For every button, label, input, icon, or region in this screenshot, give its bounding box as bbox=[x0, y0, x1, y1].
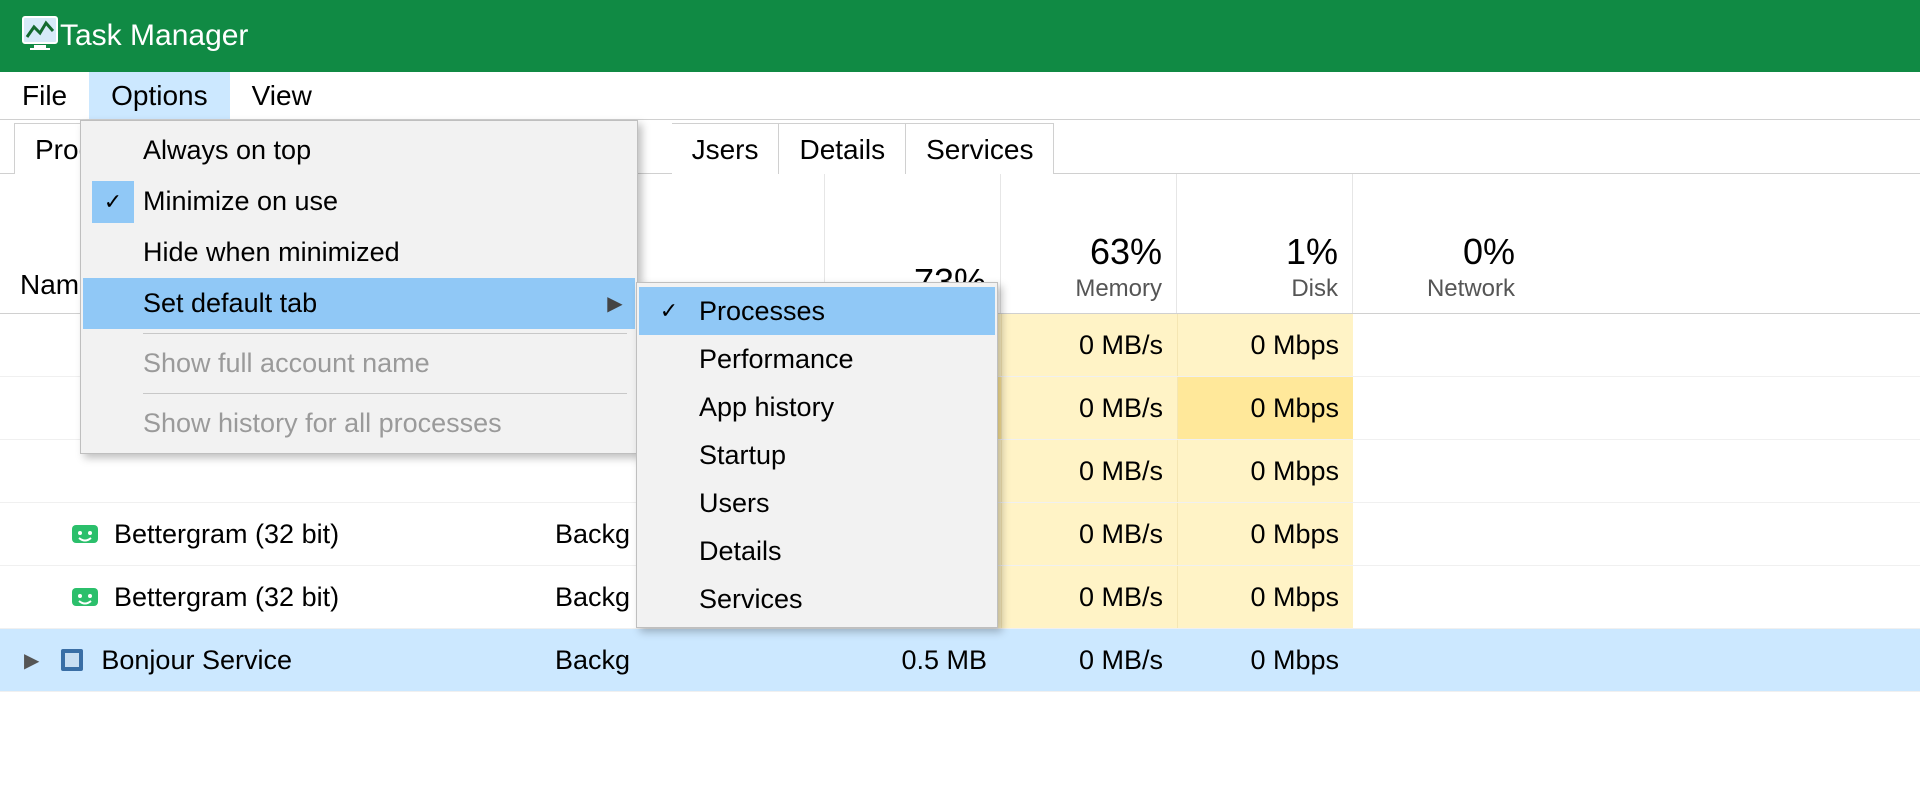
submenu-services[interactable]: Services bbox=[639, 575, 995, 623]
menu-options[interactable]: Options bbox=[89, 72, 230, 119]
menu-item-label: Hide when minimized bbox=[143, 237, 635, 268]
submenu-item-label: Services bbox=[699, 584, 803, 615]
menu-item-label: Always on top bbox=[143, 135, 635, 166]
process-name: Bonjour Service bbox=[101, 645, 292, 676]
network-label: Network bbox=[1427, 275, 1515, 303]
column-memory[interactable]: 63% Memory bbox=[1001, 174, 1177, 313]
disk-percent: 1% bbox=[1286, 231, 1338, 273]
menu-set-default-tab[interactable]: Set default tab ▶ bbox=[83, 278, 635, 329]
submenu-item-label: App history bbox=[699, 392, 834, 423]
cell-disk: 0 MB/s bbox=[1001, 503, 1177, 565]
column-network[interactable]: 0% Network bbox=[1353, 174, 1529, 313]
menu-always-on-top[interactable]: Always on top bbox=[83, 125, 635, 176]
menu-separator bbox=[143, 333, 627, 334]
submenu-item-label: Details bbox=[699, 536, 782, 567]
tab-users[interactable]: Jsers bbox=[672, 123, 780, 174]
title-bar: Task Manager bbox=[0, 0, 1920, 72]
menu-bar: File Options View bbox=[0, 72, 1920, 120]
cell-disk: 0 MB/s bbox=[1001, 566, 1177, 628]
column-disk[interactable]: 1% Disk bbox=[1177, 174, 1353, 313]
cell-network: 0 Mbps bbox=[1177, 314, 1353, 376]
menu-item-label: Show full account name bbox=[143, 348, 635, 379]
process-name: Bettergram (32 bit) bbox=[114, 519, 339, 550]
menu-show-history-all: Show history for all processes bbox=[83, 398, 635, 449]
cell-network: 0 Mbps bbox=[1177, 566, 1353, 628]
submenu-item-label: Users bbox=[699, 488, 770, 519]
menu-item-label: Minimize on use bbox=[143, 186, 635, 217]
cell-network: 0 Mbps bbox=[1177, 503, 1353, 565]
cell-network: 0 Mbps bbox=[1177, 377, 1353, 439]
memory-label: Memory bbox=[1075, 275, 1162, 303]
process-icon bbox=[57, 645, 87, 675]
cell-status: Backg bbox=[555, 629, 825, 691]
cell-disk: 0 MB/s bbox=[1001, 314, 1177, 376]
window-title: Task Manager bbox=[60, 19, 248, 53]
submenu-processes[interactable]: ✓ Processes bbox=[639, 287, 995, 335]
chevron-right-icon: ▶ bbox=[24, 648, 39, 673]
cell-name: Bettergram (32 bit) bbox=[0, 503, 555, 565]
submenu-users[interactable]: Users bbox=[639, 479, 995, 527]
submenu-app-history[interactable]: App history bbox=[639, 383, 995, 431]
submenu-details[interactable]: Details bbox=[639, 527, 995, 575]
menu-show-full-account-name: Show full account name bbox=[83, 338, 635, 389]
submenu-performance[interactable]: Performance bbox=[639, 335, 995, 383]
menu-view[interactable]: View bbox=[230, 72, 334, 119]
check-icon: ✓ bbox=[639, 298, 699, 324]
submenu-item-label: Processes bbox=[699, 296, 825, 327]
check-icon: ✓ bbox=[92, 181, 134, 223]
chevron-right-icon: ▶ bbox=[595, 291, 635, 316]
process-icon bbox=[70, 519, 100, 549]
menu-item-label: Set default tab bbox=[143, 288, 595, 319]
process-icon bbox=[70, 582, 100, 612]
cell-disk: 0 MB/s bbox=[1001, 440, 1177, 502]
menu-separator bbox=[143, 393, 627, 394]
tab-services[interactable]: Services bbox=[905, 123, 1054, 174]
submenu-item-label: Startup bbox=[699, 440, 786, 471]
cell-name: ▶ Bonjour Service bbox=[0, 629, 555, 691]
submenu-startup[interactable]: Startup bbox=[639, 431, 995, 479]
default-tab-submenu: ✓ Processes Performance App history Star… bbox=[636, 282, 998, 628]
menu-hide-when-minimized[interactable]: Hide when minimized bbox=[83, 227, 635, 278]
menu-minimize-on-use[interactable]: ✓ Minimize on use bbox=[83, 176, 635, 227]
submenu-item-label: Performance bbox=[699, 344, 854, 375]
column-name-label: Nam bbox=[20, 269, 79, 301]
app-icon bbox=[20, 13, 60, 60]
cell-disk: 0 MB/s bbox=[1001, 377, 1177, 439]
menu-item-label: Show history for all processes bbox=[143, 408, 635, 439]
options-menu: Always on top ✓ Minimize on use Hide whe… bbox=[80, 120, 638, 454]
memory-percent: 63% bbox=[1090, 231, 1162, 273]
cell-network: 0 Mbps bbox=[1177, 440, 1353, 502]
disk-label: Disk bbox=[1291, 275, 1338, 303]
cell-name: Bettergram (32 bit) bbox=[0, 566, 555, 628]
process-name: Bettergram (32 bit) bbox=[114, 582, 339, 613]
network-percent: 0% bbox=[1463, 231, 1515, 273]
cell-disk: 0 MB/s bbox=[1001, 629, 1177, 691]
cell-network: 0 Mbps bbox=[1177, 629, 1353, 691]
table-row[interactable]: ▶ Bonjour Service Backg 0.5 MB 0 MB/s 0 … bbox=[0, 629, 1920, 692]
cell-memory: 0.5 MB bbox=[825, 629, 1001, 691]
menu-file[interactable]: File bbox=[0, 72, 89, 119]
tab-details[interactable]: Details bbox=[778, 123, 906, 174]
